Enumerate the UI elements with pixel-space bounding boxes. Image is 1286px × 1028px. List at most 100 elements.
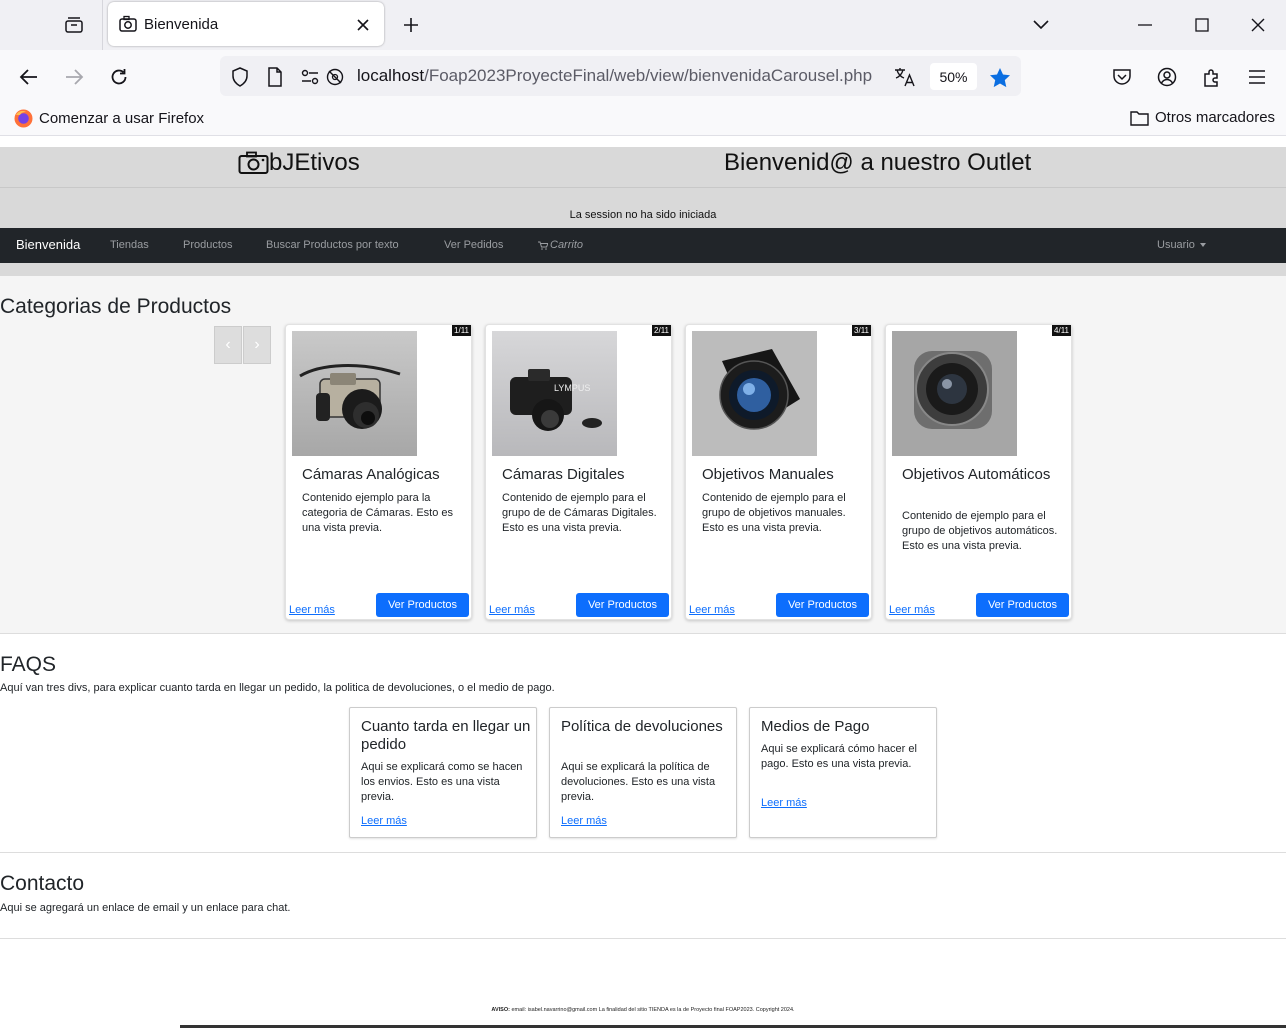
main-navigation: Bienvenida Tiendas Productos Buscar Prod… (0, 228, 1286, 263)
translate-icon[interactable] (894, 66, 916, 88)
account-icon[interactable] (1152, 62, 1182, 92)
analog-camera-image (292, 331, 417, 456)
nav-brand[interactable]: Bienvenida (16, 237, 80, 252)
permissions-icon[interactable] (299, 66, 321, 88)
faq-title: Cuanto tarda en llegar un pedido (361, 718, 531, 753)
nav-item-tiendas[interactable]: Tiendas (110, 239, 149, 251)
bookmarks-bar: Comenzar a usar Firefox Otros marcadores (0, 102, 1286, 136)
card-title: Objetivos Automáticos (902, 466, 1051, 483)
categories-heading: Categorias de Productos (0, 295, 232, 318)
faq-card: Política de devoluciones Aqui se explica… (549, 707, 737, 838)
minimize-icon[interactable] (1132, 12, 1158, 38)
welcome-heading: Bienvenid@ a nuestro Outlet (724, 149, 1032, 176)
nav-item-productos[interactable]: Productos (183, 239, 233, 251)
tracking-blocked-icon[interactable] (324, 66, 346, 88)
view-products-button[interactable]: Ver Productos (376, 593, 469, 617)
maximize-icon[interactable] (1189, 12, 1215, 38)
caret-down-icon (1199, 243, 1206, 247)
card-text: Contenido de ejemplo para el grupo de ob… (702, 492, 846, 534)
star-icon[interactable] (989, 66, 1011, 88)
faqs-section: FAQS Aquí van tres divs, para explicar c… (0, 634, 1286, 853)
forward-arrow-icon[interactable] (59, 62, 89, 92)
faqs-heading: FAQS (0, 653, 57, 676)
read-more-link[interactable]: Leer más (761, 797, 807, 809)
nav-item-carrito[interactable]: Carrito (538, 239, 583, 251)
browser-tab-strip: Bienvenida (0, 0, 1286, 50)
read-more-link[interactable]: Leer más (361, 815, 407, 827)
contact-section: Contacto Aqui se agregará un enlace de e… (0, 853, 1286, 939)
bookmark-other[interactable]: Otros marcadores (1130, 109, 1275, 126)
camera-icon (238, 151, 269, 175)
read-more-link[interactable]: Leer más (689, 604, 735, 616)
plus-icon[interactable] (398, 12, 424, 38)
contact-heading: Contacto (0, 872, 85, 895)
web-page: bJEtivos Bienvenid@ a nuestro Outlet La … (0, 137, 1286, 1028)
tab-separator (102, 0, 103, 50)
faqs-description: Aquí van tres divs, para explicar cuanto… (0, 682, 555, 694)
address-bar[interactable]: localhost/Foap2023ProyecteFinal/web/view… (220, 56, 1021, 96)
nav-item-pedidos[interactable]: Ver Pedidos (444, 239, 503, 251)
browser-toolbar: localhost/Foap2023ProyecteFinal/web/view… (0, 50, 1286, 102)
footer-label: AVISO: (491, 1007, 510, 1013)
card-text: Contenido de ejemplo para el grupo de ob… (902, 510, 1058, 552)
session-status: La session no ha sido iniciada (569, 209, 717, 221)
card-badge: 2/11 (652, 325, 671, 336)
firefox-icon (14, 109, 33, 128)
category-card: 2/11 LYMPUS Cámaras Digitales Contenido … (485, 324, 672, 620)
read-more-link[interactable]: Leer más (489, 604, 535, 616)
faq-title: Medios de Pago (761, 718, 870, 735)
tab-list-icon[interactable] (58, 10, 90, 40)
read-more-link[interactable]: Leer más (289, 604, 335, 616)
pocket-icon[interactable] (1107, 62, 1137, 92)
session-bar: La session no ha sido iniciada (0, 188, 1286, 228)
folder-icon (1130, 110, 1149, 126)
close-icon[interactable] (352, 14, 374, 36)
site-header: bJEtivos Bienvenid@ a nuestro Outlet (0, 147, 1286, 188)
bookmark-label: Otros marcadores (1155, 109, 1276, 126)
browser-tab[interactable]: Bienvenida (108, 2, 384, 46)
url-text[interactable]: localhost/Foap2023ProyecteFinal/web/view… (357, 66, 872, 86)
carousel-prev-button[interactable]: ‹ (214, 326, 242, 364)
zoom-level[interactable]: 50% (930, 63, 977, 90)
footer-notice: AVISO: email: isabel.navarrino@gmail.com… (0, 1007, 1286, 1013)
shield-icon[interactable] (229, 66, 251, 88)
camera-icon (118, 14, 138, 34)
faq-title: Política de devoluciones (561, 718, 723, 735)
svg-text:LYMPUS: LYMPUS (554, 383, 590, 393)
extensions-icon[interactable] (1197, 62, 1227, 92)
view-products-button[interactable]: Ver Productos (776, 593, 869, 617)
card-badge: 1/11 (452, 325, 471, 336)
window-close-icon[interactable] (1245, 12, 1271, 38)
contact-description: Aqui se agregará un enlace de email y un… (0, 902, 291, 914)
card-text: Contenido ejemplo para la categoria de C… (302, 492, 454, 534)
user-dropdown[interactable]: Usuario (1157, 239, 1206, 251)
bookmark-label: Comenzar a usar Firefox (39, 110, 205, 127)
faq-text: Aqui se explicará cómo hacer el pago. Es… (761, 743, 917, 770)
page-icon[interactable] (264, 66, 286, 88)
logo-text: bJEtivos (269, 149, 360, 176)
read-more-link[interactable]: Leer más (561, 815, 607, 827)
faq-card: Cuanto tarda en llegar un pedido Aqui se… (349, 707, 537, 838)
faq-text: Aqui se explicará la política de devoluc… (561, 761, 716, 803)
category-card: 1/11 Cámaras Analógicas Contenido ejempl… (285, 324, 472, 620)
view-products-button[interactable]: Ver Productos (576, 593, 669, 617)
card-badge: 4/11 (1052, 325, 1071, 336)
back-arrow-icon[interactable] (14, 62, 44, 92)
cart-icon (538, 241, 548, 250)
manual-lens-image (692, 331, 817, 456)
nav-item-buscar[interactable]: Buscar Productos por texto (266, 239, 399, 251)
automatic-lens-image (892, 331, 1017, 456)
card-text: Contenido de ejemplo para el grupo de de… (502, 492, 657, 534)
card-badge: 3/11 (852, 325, 871, 336)
menu-icon[interactable] (1242, 62, 1272, 92)
card-title: Cámaras Digitales (502, 466, 625, 483)
reload-icon[interactable] (104, 62, 134, 92)
carousel-next-button[interactable]: › (243, 326, 271, 364)
read-more-link[interactable]: Leer más (889, 604, 935, 616)
chevron-down-icon[interactable] (1028, 12, 1054, 38)
category-card: 3/11 Objetivos Manuales Contenido de eje… (685, 324, 872, 620)
bookmark-getting-started[interactable]: Comenzar a usar Firefox (14, 109, 204, 128)
view-products-button[interactable]: Ver Productos (976, 593, 1069, 617)
category-card: 4/11 Objetivos Automáticos Contenido de … (885, 324, 1072, 620)
site-logo[interactable]: bJEtivos (238, 149, 360, 177)
